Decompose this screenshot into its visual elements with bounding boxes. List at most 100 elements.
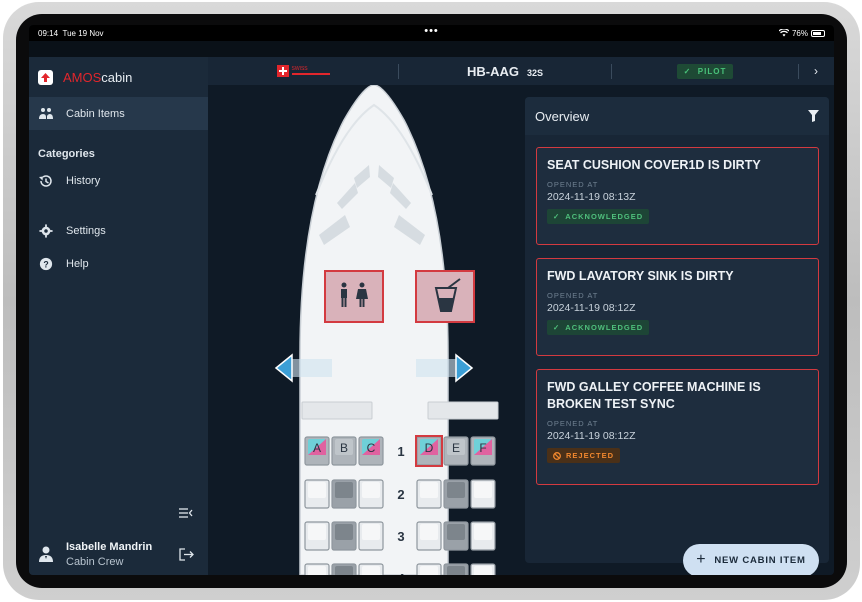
- seat-letter: E: [452, 441, 460, 455]
- status-badge: REJECTED: [547, 448, 621, 463]
- seat[interactable]: [304, 563, 330, 575]
- filter-icon[interactable]: [808, 110, 819, 122]
- brand: AMOScabin: [29, 57, 208, 97]
- seat[interactable]: [331, 521, 357, 551]
- seat[interactable]: [331, 479, 357, 509]
- battery-icon: [811, 29, 825, 37]
- user-profile: Isabelle Mandrin Cabin Crew: [29, 533, 208, 575]
- categories-heading: Categories: [38, 148, 95, 160]
- seat[interactable]: [470, 521, 496, 551]
- seat[interactable]: [358, 521, 384, 551]
- sidebar-item-settings[interactable]: Settings: [29, 214, 208, 247]
- amos-logo-icon: [38, 69, 53, 85]
- help-icon: ?: [39, 257, 53, 270]
- rejected-icon: [553, 451, 561, 460]
- row-number: 2: [397, 487, 404, 502]
- status-badge: ✓ ACKNOWLEDGED: [547, 209, 650, 224]
- aircraft-type: 32S: [526, 67, 543, 78]
- cabin-item-title: SEAT CUSHION COVER1D IS DIRTY: [547, 158, 761, 172]
- top-spacer: [29, 41, 834, 57]
- sidebar-item-history[interactable]: History: [29, 164, 208, 197]
- seat-letter: C: [367, 441, 376, 455]
- seat[interactable]: B: [331, 436, 357, 466]
- sidebar-item-cabin-items[interactable]: Cabin Items: [29, 97, 208, 130]
- lavatory-zone[interactable]: [324, 270, 384, 323]
- svg-text:?: ?: [43, 259, 48, 269]
- galley-zone[interactable]: [415, 270, 475, 323]
- seat-letter: A: [313, 441, 321, 455]
- main-content: A B C D E F 1 2 3 4 Overview SEAT CUSHION COVER1D…: [208, 85, 834, 575]
- overview-panel: Overview SEAT CUSHION COVER1D IS DIRTY O…: [525, 97, 829, 563]
- seat[interactable]: [443, 563, 469, 575]
- seat[interactable]: [416, 563, 442, 575]
- seat[interactable]: [470, 479, 496, 509]
- sidebar-item-help[interactable]: ? Help: [29, 247, 208, 280]
- seat[interactable]: [416, 479, 442, 509]
- seat[interactable]: E: [443, 436, 469, 466]
- screen: 09:14 Tue 19 Nov ••• 76% AMOScabin Cabin…: [29, 25, 834, 575]
- logout-icon[interactable]: [179, 548, 194, 561]
- opened-at: 2024-11-19 08:12Z: [547, 302, 636, 314]
- seat[interactable]: [358, 479, 384, 509]
- seat[interactable]: [331, 563, 357, 575]
- wifi-icon: [778, 29, 789, 37]
- cabin-item-title: FWD GALLEY COFFEE MACHINE IS BROKEN TEST…: [547, 380, 761, 411]
- opened-label: OPENED AT: [547, 419, 599, 428]
- sidebar-item-label: Settings: [66, 224, 106, 237]
- row-number: 4: [397, 571, 405, 575]
- user-name: Isabelle Mandrin: [66, 540, 153, 553]
- user-role: Cabin Crew: [66, 555, 124, 568]
- opened-label: OPENED AT: [547, 291, 599, 300]
- avatar: [39, 546, 53, 562]
- seat-letter: F: [479, 441, 486, 455]
- seat[interactable]: [443, 479, 469, 509]
- status-badge: ✓ ACKNOWLEDGED: [547, 320, 650, 335]
- swiss-flag-icon: [276, 65, 289, 77]
- cabin-crew-icon: [39, 107, 53, 119]
- sidebar: AMOScabin Cabin Items Categories History…: [29, 57, 208, 575]
- seat[interactable]: F: [470, 436, 496, 466]
- sidebar-item-label: Help: [66, 257, 89, 270]
- seat[interactable]: C: [358, 436, 384, 466]
- history-icon: [39, 174, 52, 187]
- cabin-item-card[interactable]: SEAT CUSHION COVER1D IS DIRTY OPENED AT …: [536, 147, 819, 245]
- opened-at: 2024-11-19 08:12Z: [547, 430, 636, 442]
- seat[interactable]: [358, 563, 384, 575]
- seat[interactable]: [416, 521, 442, 551]
- gear-icon: [39, 223, 53, 238]
- sidebar-item-label: History: [66, 174, 101, 187]
- plus-icon: +: [696, 550, 707, 568]
- cabin-item-card[interactable]: FWD LAVATORY SINK IS DIRTY OPENED AT 202…: [536, 258, 819, 356]
- new-cabin-item-button[interactable]: + NEW CABIN ITEM: [683, 544, 819, 575]
- row-number: 3: [397, 529, 404, 544]
- sidebar-item-label: Cabin Items: [66, 107, 125, 120]
- opened-at: 2024-11-19 08:13Z: [547, 191, 636, 203]
- chevron-right-icon[interactable]: ›: [799, 64, 833, 78]
- seat[interactable]: [443, 521, 469, 551]
- airline-name: SWISS: [291, 66, 308, 72]
- seat[interactable]: [470, 563, 496, 575]
- collapse-menu-icon[interactable]: [179, 507, 193, 519]
- seat[interactable]: [304, 521, 330, 551]
- cabin-item-card[interactable]: FWD GALLEY COFFEE MACHINE IS BROKEN TEST…: [536, 369, 819, 485]
- aircraft-header: SWISS HB-AAG 32S ✓ PILOT ›: [208, 57, 834, 85]
- seat[interactable]: [304, 479, 330, 509]
- row-number: 1: [397, 444, 404, 459]
- role-badge: ✓ PILOT: [676, 63, 734, 79]
- status-date: Tue 19 Nov: [62, 28, 104, 38]
- multitask-dots-icon[interactable]: •••: [158, 25, 705, 37]
- brand-name: AMOScabin: [63, 69, 133, 85]
- overview-title: Overview: [535, 108, 590, 124]
- seat-letter: B: [340, 441, 348, 455]
- seat-letter: D: [425, 441, 434, 455]
- status-bar: 09:14 Tue 19 Nov ••• 76%: [29, 25, 834, 41]
- seat[interactable]: A: [304, 436, 330, 466]
- seat-map: A B C D E F 1 2 3 4: [274, 85, 499, 575]
- seat[interactable]: D: [415, 435, 443, 467]
- cabin-item-title: FWD LAVATORY SINK IS DIRTY: [547, 269, 734, 283]
- battery-percent: 76%: [791, 28, 808, 38]
- aircraft-registration[interactable]: HB-AAG 32S: [399, 64, 611, 79]
- opened-label: OPENED AT: [547, 180, 599, 189]
- airline-logo: SWISS: [208, 65, 398, 77]
- status-time: 09:14: [38, 28, 59, 38]
